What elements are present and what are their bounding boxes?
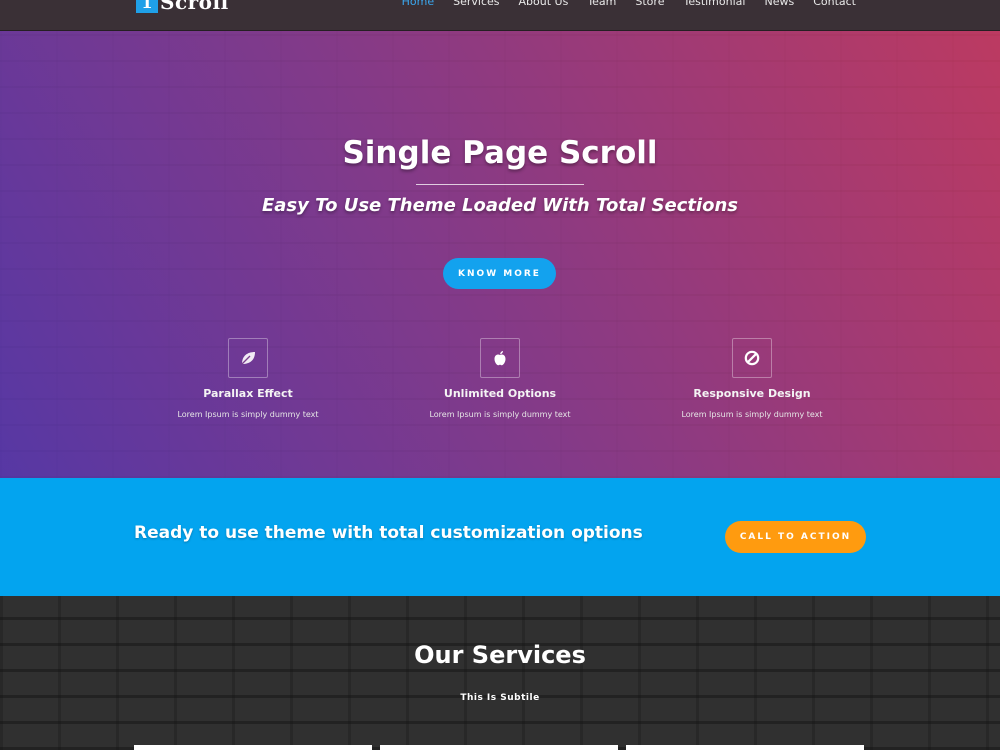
apple-icon — [480, 338, 520, 378]
service-card[interactable] — [380, 745, 618, 750]
hero-section: Single Page Scroll Easy To Use Theme Loa… — [0, 31, 1000, 478]
nav-item-news[interactable]: News — [764, 0, 794, 8]
feature-title: Parallax Effect — [203, 387, 293, 400]
services-subtitle: This Is Subtile — [460, 693, 540, 703]
feature-unlimited-options: Unlimited Options Lorem Ipsum is simply … — [380, 338, 620, 419]
ban-icon — [732, 338, 772, 378]
logo-mark: 1 — [136, 0, 158, 13]
main-nav: Home Services About Us Team Store Testim… — [402, 0, 856, 8]
site-logo[interactable]: 1 Scroll — [136, 0, 229, 14]
hero-subtitle: Easy To Use Theme Loaded With Total Sect… — [261, 195, 739, 216]
feature-description: Lorem Ipsum is simply dummy text — [177, 410, 319, 419]
feature-description: Lorem Ipsum is simply dummy text — [429, 410, 571, 419]
top-navbar: 1 Scroll Home Services About Us Team Sto… — [0, 0, 1000, 31]
service-card[interactable] — [134, 745, 372, 750]
hero-divider — [416, 184, 584, 185]
nav-item-store[interactable]: Store — [635, 0, 664, 8]
leaf-icon — [228, 338, 268, 378]
service-card[interactable] — [626, 745, 864, 750]
hero-title: Single Page Scroll — [342, 135, 658, 171]
know-more-button[interactable]: KNOW MORE — [443, 258, 556, 289]
feature-title: Unlimited Options — [443, 387, 557, 400]
cta-text: Ready to use theme with total customizat… — [134, 523, 643, 543]
call-to-action-button[interactable]: CALL TO ACTION — [725, 521, 866, 553]
logo-text: Scroll — [160, 0, 229, 14]
nav-item-team[interactable]: Team — [587, 0, 616, 8]
feature-title: Responsive Design — [693, 387, 811, 400]
nav-item-home[interactable]: Home — [402, 0, 434, 8]
nav-item-services[interactable]: Services — [453, 0, 499, 8]
nav-item-about-us[interactable]: About Us — [519, 0, 569, 8]
feature-description: Lorem Ipsum is simply dummy text — [681, 410, 823, 419]
services-title: Our Services — [414, 641, 586, 669]
feature-responsive-design: Responsive Design Lorem Ipsum is simply … — [632, 338, 872, 419]
cta-section: Ready to use theme with total customizat… — [0, 478, 1000, 596]
feature-parallax-effect: Parallax Effect Lorem Ipsum is simply du… — [128, 338, 368, 419]
nav-item-testimonial[interactable]: Testimonial — [683, 0, 745, 8]
services-section: Our Services This Is Subtile — [0, 596, 1000, 750]
nav-item-contact[interactable]: Contact — [813, 0, 856, 8]
